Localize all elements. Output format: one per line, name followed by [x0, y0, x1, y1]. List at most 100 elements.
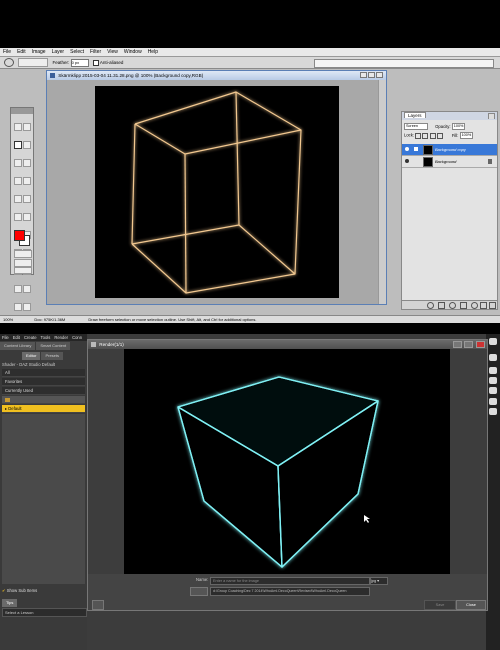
tab-smart-content[interactable]: Smart Content — [36, 342, 71, 350]
tab-content-library[interactable]: Content Library — [0, 342, 36, 350]
ps-menu-layer[interactable]: Layer — [49, 48, 68, 56]
lasso-icon[interactable] — [4, 58, 14, 68]
layer-row-background-copy[interactable]: Background copy — [402, 144, 497, 156]
trash-icon[interactable] — [489, 302, 496, 309]
render-titlebar[interactable]: Render(1/1) — [88, 340, 487, 349]
minimize-icon[interactable] — [453, 341, 462, 348]
daz-menu-file[interactable]: File — [0, 334, 11, 341]
help-button[interactable] — [92, 600, 104, 610]
tree-item-default[interactable]: ▸ Default — [2, 405, 85, 413]
crop-tool-icon[interactable] — [13, 158, 22, 167]
visibility-eye-icon[interactable] — [405, 147, 409, 151]
new-group-icon[interactable] — [460, 302, 467, 309]
jump-to-imageready-icon[interactable] — [14, 267, 32, 274]
ps-menu-file[interactable]: File — [0, 48, 14, 56]
lesson-select[interactable]: Select a Lesson — [2, 608, 87, 617]
move-tool-icon[interactable] — [22, 122, 31, 131]
add-mask-icon[interactable] — [449, 302, 456, 309]
format-select[interactable]: jpg ▾ — [370, 577, 388, 585]
daz-menu-render[interactable]: Render — [52, 334, 70, 341]
layer-row-background[interactable]: Background — [402, 156, 497, 168]
zoom-icon[interactable] — [489, 377, 497, 384]
ps-menu-view[interactable]: View — [104, 48, 121, 56]
maximize-icon[interactable] — [368, 72, 375, 78]
close-button[interactable]: Close — [456, 600, 486, 610]
ps-palette-well[interactable] — [314, 59, 494, 68]
antialias-checkbox[interactable] — [92, 59, 99, 66]
list-item-all[interactable]: All — [2, 369, 85, 377]
eraser-tool-icon[interactable] — [13, 212, 22, 221]
history-brush-tool-icon[interactable] — [22, 194, 31, 203]
ps-canvas[interactable] — [95, 86, 339, 298]
checkbox-checked-icon[interactable]: ✔ — [2, 588, 6, 593]
close-icon[interactable] — [376, 72, 383, 78]
rotate-icon[interactable] — [489, 387, 497, 394]
tab-tips[interactable]: Tips — [2, 599, 18, 607]
daz-menu-connect[interactable]: Conn — [70, 334, 84, 341]
hand-tool-icon[interactable] — [13, 302, 22, 311]
daz-menu-edit[interactable]: Edit — [11, 334, 22, 341]
ps-menu-edit[interactable]: Edit — [14, 48, 29, 56]
quick-mask-icons[interactable] — [14, 250, 32, 258]
new-adjustment-icon[interactable] — [471, 302, 478, 309]
ps-menu-filter[interactable]: Filter — [87, 48, 104, 56]
maximize-icon[interactable] — [464, 341, 473, 348]
gradient-tool-icon[interactable] — [22, 212, 31, 221]
show-sub-items-row[interactable]: ✔ Show Sub Items — [2, 588, 37, 593]
link-layers-icon[interactable] — [427, 302, 434, 309]
screen-mode-icons[interactable] — [14, 259, 32, 267]
lock-move-icon[interactable] — [429, 132, 436, 139]
lock-all-icon[interactable] — [436, 132, 443, 139]
ps-doc-scrollbar[interactable] — [378, 80, 386, 304]
tab-presets[interactable]: Presets — [41, 352, 64, 360]
list-item-currently-used[interactable]: Currently Used — [2, 387, 85, 395]
lock-paint-icon[interactable] — [422, 132, 429, 139]
blend-mode-select[interactable]: Screen — [404, 123, 428, 130]
layers-tab[interactable]: Layers — [404, 112, 426, 118]
save-button[interactable]: Save — [424, 600, 456, 610]
panel-icon[interactable] — [489, 338, 497, 345]
save-path-field[interactable]: d:\Group Coaching\Dec 7 2014\WhoAmI.Deco… — [210, 587, 370, 596]
pan-icon[interactable] — [489, 367, 497, 374]
feather-input[interactable]: 0 px — [70, 58, 89, 67]
visibility-eye-icon[interactable] — [405, 159, 409, 163]
opacity-input[interactable]: 100% — [451, 123, 466, 130]
tab-editor[interactable]: Editor — [22, 352, 41, 360]
notes-tool-icon[interactable] — [13, 284, 22, 293]
status-zoom[interactable]: 100% — [3, 317, 13, 322]
frame-icon[interactable] — [489, 398, 497, 405]
render-viewport[interactable] — [124, 349, 450, 574]
fill-input[interactable]: 100% — [459, 132, 474, 139]
zoom-tool-icon[interactable] — [22, 302, 31, 311]
image-name-input[interactable]: Enter a name for the image — [210, 577, 370, 585]
panel-close-icon[interactable] — [488, 113, 495, 119]
daz-menu-create[interactable]: Create — [22, 334, 39, 341]
magic-wand-tool-icon[interactable] — [22, 140, 31, 149]
eyedropper-tool-icon[interactable] — [22, 284, 31, 293]
browse-folder-button[interactable] — [190, 587, 208, 596]
ps-menu-help[interactable]: Help — [145, 48, 161, 56]
selection-mode-icons[interactable] — [18, 58, 49, 68]
ps-document-titlebar[interactable]: Skärmklipp 2015-03-04 11.31.28.png @ 100… — [47, 71, 386, 80]
foreground-color-swatch[interactable] — [14, 230, 25, 241]
lasso-tool-icon[interactable] — [13, 140, 22, 149]
lock-transparency-icon[interactable] — [415, 132, 422, 139]
minimize-icon[interactable] — [360, 72, 367, 78]
toolbox-grip[interactable] — [11, 108, 33, 114]
orbit-icon[interactable] — [489, 354, 497, 361]
brush-link-icon[interactable] — [414, 147, 418, 151]
new-layer-icon[interactable] — [480, 302, 487, 309]
stamp-tool-icon[interactable] — [13, 194, 22, 203]
tree-item-root[interactable] — [2, 396, 85, 404]
healing-tool-icon[interactable] — [13, 176, 22, 185]
layer-style-icon[interactable] — [438, 302, 445, 309]
reset-icon[interactable] — [489, 408, 497, 415]
daz-menu-tools[interactable]: Tools — [39, 334, 53, 341]
list-item-favorites[interactable]: Favorites — [2, 378, 85, 386]
ps-menu-image[interactable]: Image — [29, 48, 49, 56]
ps-menu-window[interactable]: Window — [121, 48, 145, 56]
brush-tool-icon[interactable] — [22, 176, 31, 185]
ps-menu-select[interactable]: Select — [67, 48, 87, 56]
slice-tool-icon[interactable] — [22, 158, 31, 167]
marquee-tool-icon[interactable] — [13, 122, 22, 131]
